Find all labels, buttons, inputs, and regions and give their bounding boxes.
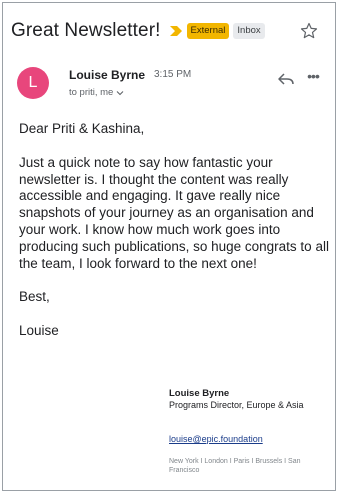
external-label: External [186, 23, 230, 39]
signature-offices: New York I London I Paris I Brussels I S… [169, 458, 301, 474]
email-subject: Great Newsletter! [11, 20, 161, 41]
email-signature: Louise Byrne Programs Director, Europe &… [169, 388, 338, 475]
sender-header: L Louise Byrne 3:15 PM to priti, me ••• [17, 65, 325, 105]
email-view: Great Newsletter! External Inbox L Louis… [2, 2, 336, 491]
signature-name: Louise Byrne [169, 388, 230, 399]
sender-name[interactable]: Louise Byrne [69, 68, 145, 82]
more-options-icon[interactable]: ••• [305, 69, 321, 87]
reply-icon[interactable] [277, 71, 295, 87]
body-paragraph: Just a quick note to say how fantastic y… [19, 154, 329, 271]
star-icon[interactable] [299, 21, 319, 41]
avatar[interactable]: L [17, 67, 49, 99]
importance-marker-icon[interactable] [169, 25, 183, 37]
subject-row: Great Newsletter! External Inbox [11, 17, 327, 45]
email-body: Dear Priti & Kashina, Just a quick note … [19, 121, 337, 340]
chevron-down-icon [116, 90, 124, 95]
inbox-label[interactable]: Inbox [233, 23, 265, 39]
recipients-toggle[interactable]: to priti, me [69, 87, 124, 98]
signature-email-link[interactable]: louise@epic.foundation [169, 434, 263, 444]
closing: Best, [19, 289, 50, 305]
signature-title: Programs Director, Europe & Asia [169, 400, 304, 410]
signoff: Louise [19, 323, 59, 339]
sent-time: 3:15 PM [154, 69, 192, 80]
greeting: Dear Priti & Kashina, [19, 121, 145, 136]
recipients-text: to priti, me [69, 87, 114, 98]
